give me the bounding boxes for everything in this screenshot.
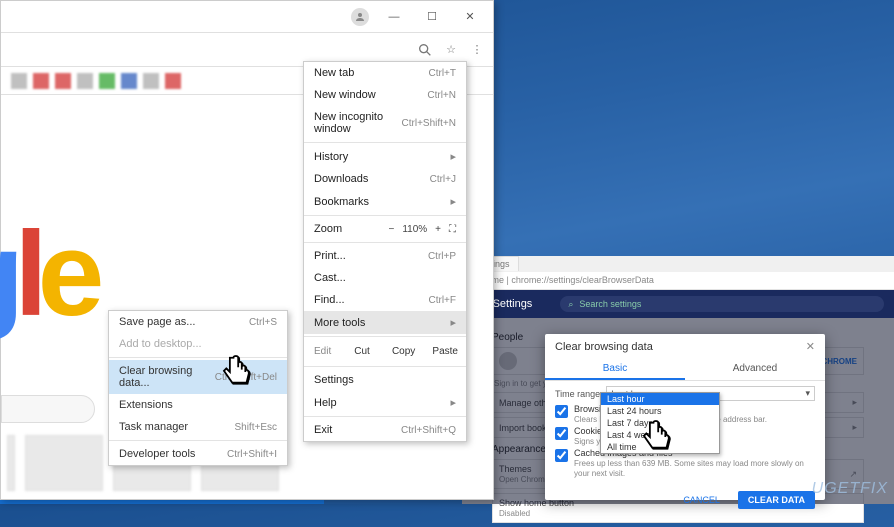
search-bar-fragment[interactable]: [1, 395, 95, 423]
menu-zoom: Zoom − 110% + ⛶: [304, 218, 466, 240]
submenu-developer-tools[interactable]: Developer toolsCtrl+Shift+I: [109, 443, 287, 465]
bookmark-item[interactable]: [55, 73, 71, 89]
menu-edit-row: Edit Cut Copy Paste: [304, 339, 466, 364]
cursor-hand-icon: [638, 418, 676, 456]
profile-icon[interactable]: [351, 8, 369, 26]
bookmark-item[interactable]: [143, 73, 159, 89]
submenu-save-page[interactable]: Save page as...Ctrl+S: [109, 311, 287, 333]
zoom-icon[interactable]: [417, 42, 433, 58]
zoom-in-button[interactable]: +: [435, 224, 441, 235]
bookmark-item[interactable]: [33, 73, 49, 89]
submenu-task-manager[interactable]: Task managerShift+Esc: [109, 416, 287, 438]
bookmark-item[interactable]: [11, 73, 27, 89]
site-thumbnail[interactable]: [25, 435, 103, 491]
watermark: UGETFIX: [812, 480, 888, 498]
tab-basic[interactable]: Basic: [545, 359, 685, 380]
menu-edit-label: Edit: [304, 346, 341, 357]
close-button[interactable]: ✕: [451, 3, 489, 31]
address-bar[interactable]: Chrome | chrome://settings/clearBrowserD…: [462, 272, 894, 290]
menu-new-incognito[interactable]: New incognito windowCtrl+Shift+N: [304, 106, 466, 140]
bookmark-item[interactable]: [77, 73, 93, 89]
titlebar: — ☐ ✕: [1, 1, 493, 33]
settings-header: ☰ Settings ⌕ Search settings: [462, 290, 894, 318]
menu-find[interactable]: Find...Ctrl+F: [304, 289, 466, 311]
option-last-24-hours[interactable]: Last 24 hours: [601, 405, 719, 417]
settings-search-input[interactable]: ⌕ Search settings: [560, 296, 884, 312]
bookmark-item[interactable]: [165, 73, 181, 89]
google-logo-fragment: gle: [0, 205, 94, 343]
search-icon: ⌕: [568, 299, 573, 310]
tab-advanced[interactable]: Advanced: [685, 359, 825, 380]
menu-new-window[interactable]: New windowCtrl+N: [304, 84, 466, 106]
minimize-button[interactable]: —: [375, 3, 413, 31]
menu-cut[interactable]: Cut: [341, 343, 383, 360]
maximize-button[interactable]: ☐: [413, 3, 451, 31]
bookmark-item[interactable]: [99, 73, 115, 89]
menu-more-tools[interactable]: More tools▸: [304, 311, 466, 334]
menu-print[interactable]: Print...Ctrl+P: [304, 245, 466, 267]
menu-copy[interactable]: Copy: [383, 343, 425, 360]
cursor-hand-icon: [218, 353, 256, 391]
menu-paste[interactable]: Paste: [424, 343, 466, 360]
submenu-extensions[interactable]: Extensions: [109, 394, 287, 416]
menu-settings[interactable]: Settings: [304, 369, 466, 391]
zoom-value: 110%: [402, 224, 427, 235]
menu-downloads[interactable]: DownloadsCtrl+J: [304, 168, 466, 190]
settings-title: Settings: [493, 298, 533, 310]
bookmark-item[interactable]: [121, 73, 137, 89]
menu-help[interactable]: Help▸: [304, 391, 466, 414]
menu-exit[interactable]: ExitCtrl+Shift+Q: [304, 419, 466, 441]
clear-data-button[interactable]: CLEAR DATA: [738, 491, 815, 509]
menu-history[interactable]: History▸: [304, 145, 466, 168]
checkbox[interactable]: [555, 405, 568, 418]
bookmark-star-icon[interactable]: ☆: [443, 42, 459, 58]
chrome-main-menu: New tabCtrl+T New windowCtrl+N New incog…: [303, 61, 467, 442]
cancel-button[interactable]: CANCEL: [673, 491, 730, 509]
menu-bookmarks[interactable]: Bookmarks▸: [304, 190, 466, 213]
menu-new-tab[interactable]: New tabCtrl+T: [304, 62, 466, 84]
more-tools-submenu: Save page as...Ctrl+S Add to desktop... …: [108, 310, 288, 466]
option-last-hour[interactable]: Last hour: [601, 393, 719, 405]
kebab-menu-icon[interactable]: ⋮: [469, 42, 485, 58]
site-thumbnail[interactable]: [7, 435, 15, 491]
dialog-title: Clear browsing data: [555, 341, 653, 353]
time-range-label: Time range: [555, 389, 600, 399]
menu-cast[interactable]: Cast...: [304, 267, 466, 289]
checkbox[interactable]: [555, 427, 568, 440]
fullscreen-icon[interactable]: ⛶: [449, 224, 456, 235]
zoom-out-button[interactable]: −: [388, 224, 394, 235]
submenu-clear-browsing-data[interactable]: Clear browsing data...Ctrl+Shift+Del: [109, 360, 287, 394]
chevron-down-icon: ▾: [805, 388, 810, 399]
close-icon[interactable]: ✕: [806, 340, 815, 353]
checkbox[interactable]: [555, 449, 568, 462]
submenu-add-desktop: Add to desktop...: [109, 333, 287, 355]
